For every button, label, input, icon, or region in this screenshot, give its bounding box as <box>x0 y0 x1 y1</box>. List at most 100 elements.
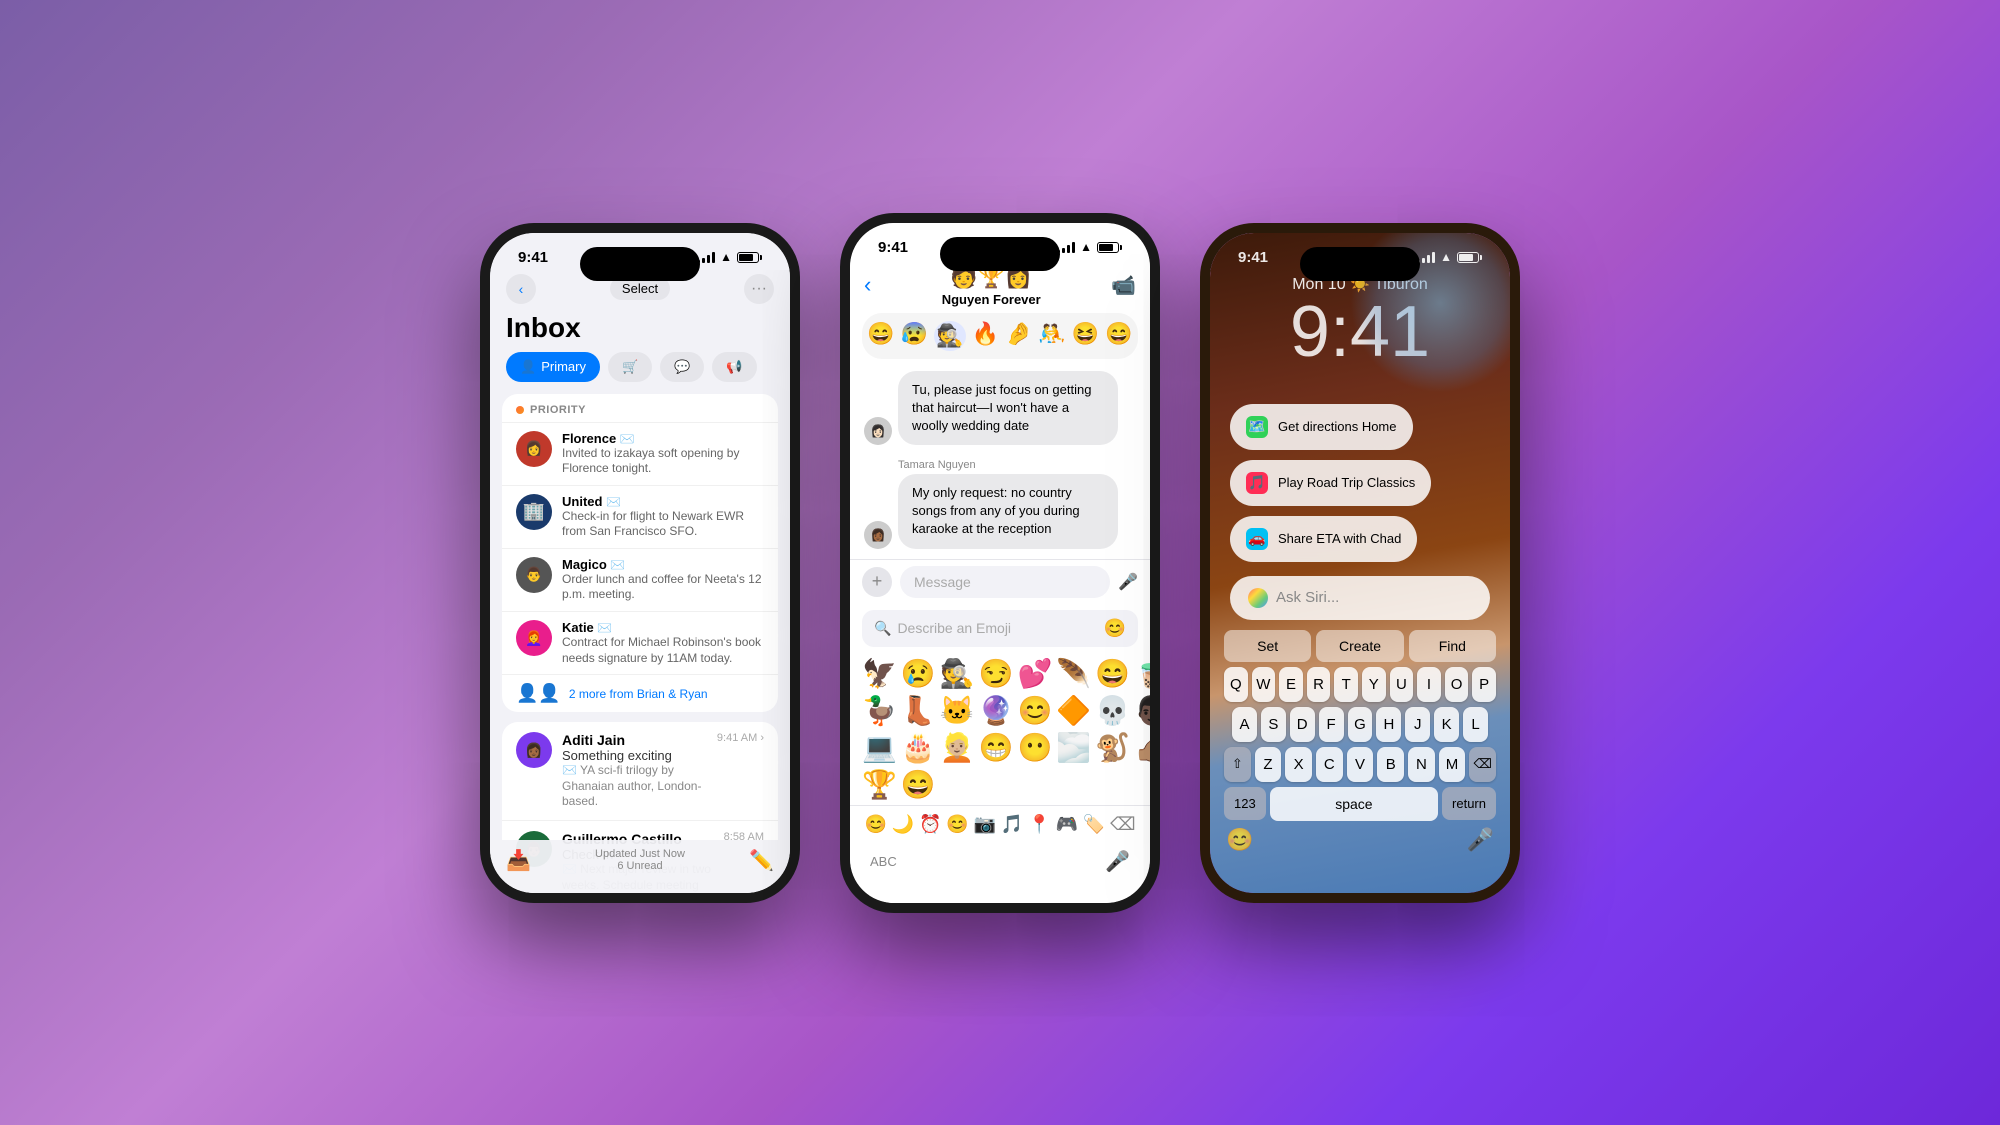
key-l[interactable]: L <box>1463 707 1488 742</box>
emoji-grid-26[interactable]: 😄 <box>901 768 936 801</box>
key-x[interactable]: X <box>1285 747 1312 782</box>
emoji-grid-11[interactable]: 🐱 <box>940 694 975 727</box>
emoji-pinch[interactable]: 🤌 <box>1005 321 1032 351</box>
suggestion-share-eta[interactable]: 🚗 Share ETA with Chad <box>1230 516 1417 562</box>
suggestion-music[interactable]: 🎵 Play Road Trip Classics <box>1230 460 1431 506</box>
emoji-grid-14[interactable]: 🔶 <box>1056 694 1091 727</box>
emoji-grid-8[interactable]: 🧋 <box>1134 657 1150 690</box>
back-button[interactable]: ‹ <box>506 274 536 304</box>
mail-item-aditi[interactable]: 👩🏾 Aditi Jain Something exciting ✉️ YA s… <box>502 722 778 820</box>
emoji-grid-4[interactable]: 😏 <box>979 657 1014 690</box>
emoji-grid-22[interactable]: 🌫️ <box>1056 731 1091 764</box>
key-a[interactable]: A <box>1232 707 1257 742</box>
kb-find-key[interactable]: Find <box>1409 630 1496 662</box>
tool-face[interactable]: 😊 <box>946 814 968 835</box>
key-space[interactable]: space <box>1270 787 1438 821</box>
emoji-suggest-button[interactable]: 😊 <box>1104 618 1126 639</box>
key-t[interactable]: T <box>1334 667 1358 702</box>
key-k[interactable]: K <box>1434 707 1459 742</box>
emoji-grid-24[interactable]: 👍🏽 <box>1134 731 1150 764</box>
emoji-grid-5[interactable]: 💕 <box>1018 657 1053 690</box>
inbox-icon[interactable]: 📥 <box>506 848 531 873</box>
more-button[interactable]: ··· <box>744 274 774 304</box>
tool-location[interactable]: 📍 <box>1028 814 1050 835</box>
emoji-search-bar[interactable]: 🔍 Describe an Emoji 😊 <box>862 610 1138 647</box>
emoji-grid-19[interactable]: 👱🏼 <box>940 731 975 764</box>
emoji-grid-9[interactable]: 🦆 <box>862 694 897 727</box>
emoji-laugh[interactable]: 😆 <box>1072 321 1099 351</box>
emoji-grid-12[interactable]: 🔮 <box>979 694 1014 727</box>
emoji-grid-18[interactable]: 🎂 <box>901 731 936 764</box>
tool-moon[interactable]: 🌙 <box>892 814 914 835</box>
key-d[interactable]: D <box>1290 707 1315 742</box>
kb-create-key[interactable]: Create <box>1316 630 1403 662</box>
key-s[interactable]: S <box>1261 707 1286 742</box>
add-attachment-button[interactable]: + <box>862 567 892 597</box>
tab-promotions[interactable]: 📢 <box>712 352 756 382</box>
tool-clock[interactable]: ⏰ <box>919 814 941 835</box>
more-row[interactable]: 👤👤 2 more from Brian & Ryan <box>502 674 778 712</box>
key-y[interactable]: Y <box>1362 667 1386 702</box>
key-backspace[interactable]: ⌫ <box>1469 747 1496 782</box>
key-return[interactable]: return <box>1442 787 1496 820</box>
tab-primary[interactable]: 👤 Primary <box>506 352 600 382</box>
mail-item-katie[interactable]: 👩‍🦰 Katie ✉️ Contract for Michael Robins… <box>502 611 778 674</box>
compose-icon[interactable]: ✏️ <box>749 848 774 873</box>
key-w[interactable]: W <box>1252 667 1276 702</box>
emoji-grid-6[interactable]: 🪶 <box>1056 657 1091 690</box>
emoji-grid-15[interactable]: 💀 <box>1095 694 1130 727</box>
key-c[interactable]: C <box>1316 747 1343 782</box>
emoji-grid-10[interactable]: 👢 <box>901 694 936 727</box>
tool-delete[interactable]: ⌫ <box>1110 814 1135 835</box>
emoji-grid-13[interactable]: 😊 <box>1018 694 1053 727</box>
emoji-spy[interactable]: 🕵️ <box>934 321 965 351</box>
key-n[interactable]: N <box>1408 747 1435 782</box>
key-123[interactable]: 123 <box>1224 787 1266 820</box>
mic-key[interactable]: 🎤 <box>1467 827 1494 853</box>
key-o[interactable]: O <box>1445 667 1469 702</box>
emoji-wrestle[interactable]: 🤼 <box>1038 321 1065 351</box>
key-shift[interactable]: ⇧ <box>1224 747 1251 782</box>
siri-input-bar[interactable]: Ask Siri... <box>1230 576 1490 620</box>
key-j[interactable]: J <box>1405 707 1430 742</box>
key-r[interactable]: R <box>1307 667 1331 702</box>
mail-item-united[interactable]: 🏢 United ✉️ Check-in for flight to Newar… <box>502 485 778 548</box>
emoji-grid-23[interactable]: 🐒 <box>1095 731 1130 764</box>
key-q[interactable]: Q <box>1224 667 1248 702</box>
key-g[interactable]: G <box>1348 707 1373 742</box>
tool-emoji[interactable]: 😊 <box>864 814 886 835</box>
emoji-grid-1[interactable]: 🦅 <box>862 657 897 690</box>
emoji-grid-17[interactable]: 💻 <box>862 731 897 764</box>
voice-input-button[interactable]: 🎤 <box>1118 572 1138 592</box>
key-i[interactable]: I <box>1417 667 1441 702</box>
emoji-grid-2[interactable]: 😢 <box>901 657 936 690</box>
key-e[interactable]: E <box>1279 667 1303 702</box>
key-v[interactable]: V <box>1347 747 1374 782</box>
message-input[interactable]: Message <box>900 566 1110 598</box>
tool-camera[interactable]: 📷 <box>974 814 996 835</box>
emoji-sweat[interactable]: 😰 <box>901 321 928 351</box>
video-call-button[interactable]: 📹 <box>1111 273 1136 298</box>
emoji-grid-20[interactable]: 😁 <box>979 731 1014 764</box>
emoji-fire[interactable]: 🔥 <box>972 321 999 351</box>
mail-item-florence[interactable]: 👩 Florence ✉️ Invited to izakaya soft op… <box>502 422 778 485</box>
emoji-key[interactable]: 😊 <box>1226 827 1253 853</box>
key-f[interactable]: F <box>1319 707 1344 742</box>
suggestion-directions[interactable]: 🗺️ Get directions Home <box>1230 404 1413 450</box>
key-z[interactable]: Z <box>1255 747 1282 782</box>
emoji-grid-21[interactable]: 😶 <box>1018 731 1053 764</box>
kb-set-key[interactable]: Set <box>1224 630 1311 662</box>
tool-music[interactable]: 🎵 <box>1001 814 1023 835</box>
mail-item-magico[interactable]: 👨 Magico ✉️ Order lunch and coffee for N… <box>502 548 778 611</box>
key-b[interactable]: B <box>1377 747 1404 782</box>
emoji-grin[interactable]: 😄 <box>867 321 894 351</box>
emoji-grid-7[interactable]: 😄 <box>1095 657 1130 690</box>
tool-tag[interactable]: 🏷️ <box>1083 814 1105 835</box>
emoji-grid-3[interactable]: 🕵️ <box>940 657 975 690</box>
key-p[interactable]: P <box>1472 667 1496 702</box>
emoji-grid-16[interactable]: 👨🏿 <box>1134 694 1150 727</box>
key-m[interactable]: M <box>1439 747 1466 782</box>
mic-button[interactable]: 🎤 <box>1105 849 1130 874</box>
messages-back-button[interactable]: ‹ <box>864 272 871 298</box>
tab-transactions[interactable]: 💬 <box>660 352 704 382</box>
